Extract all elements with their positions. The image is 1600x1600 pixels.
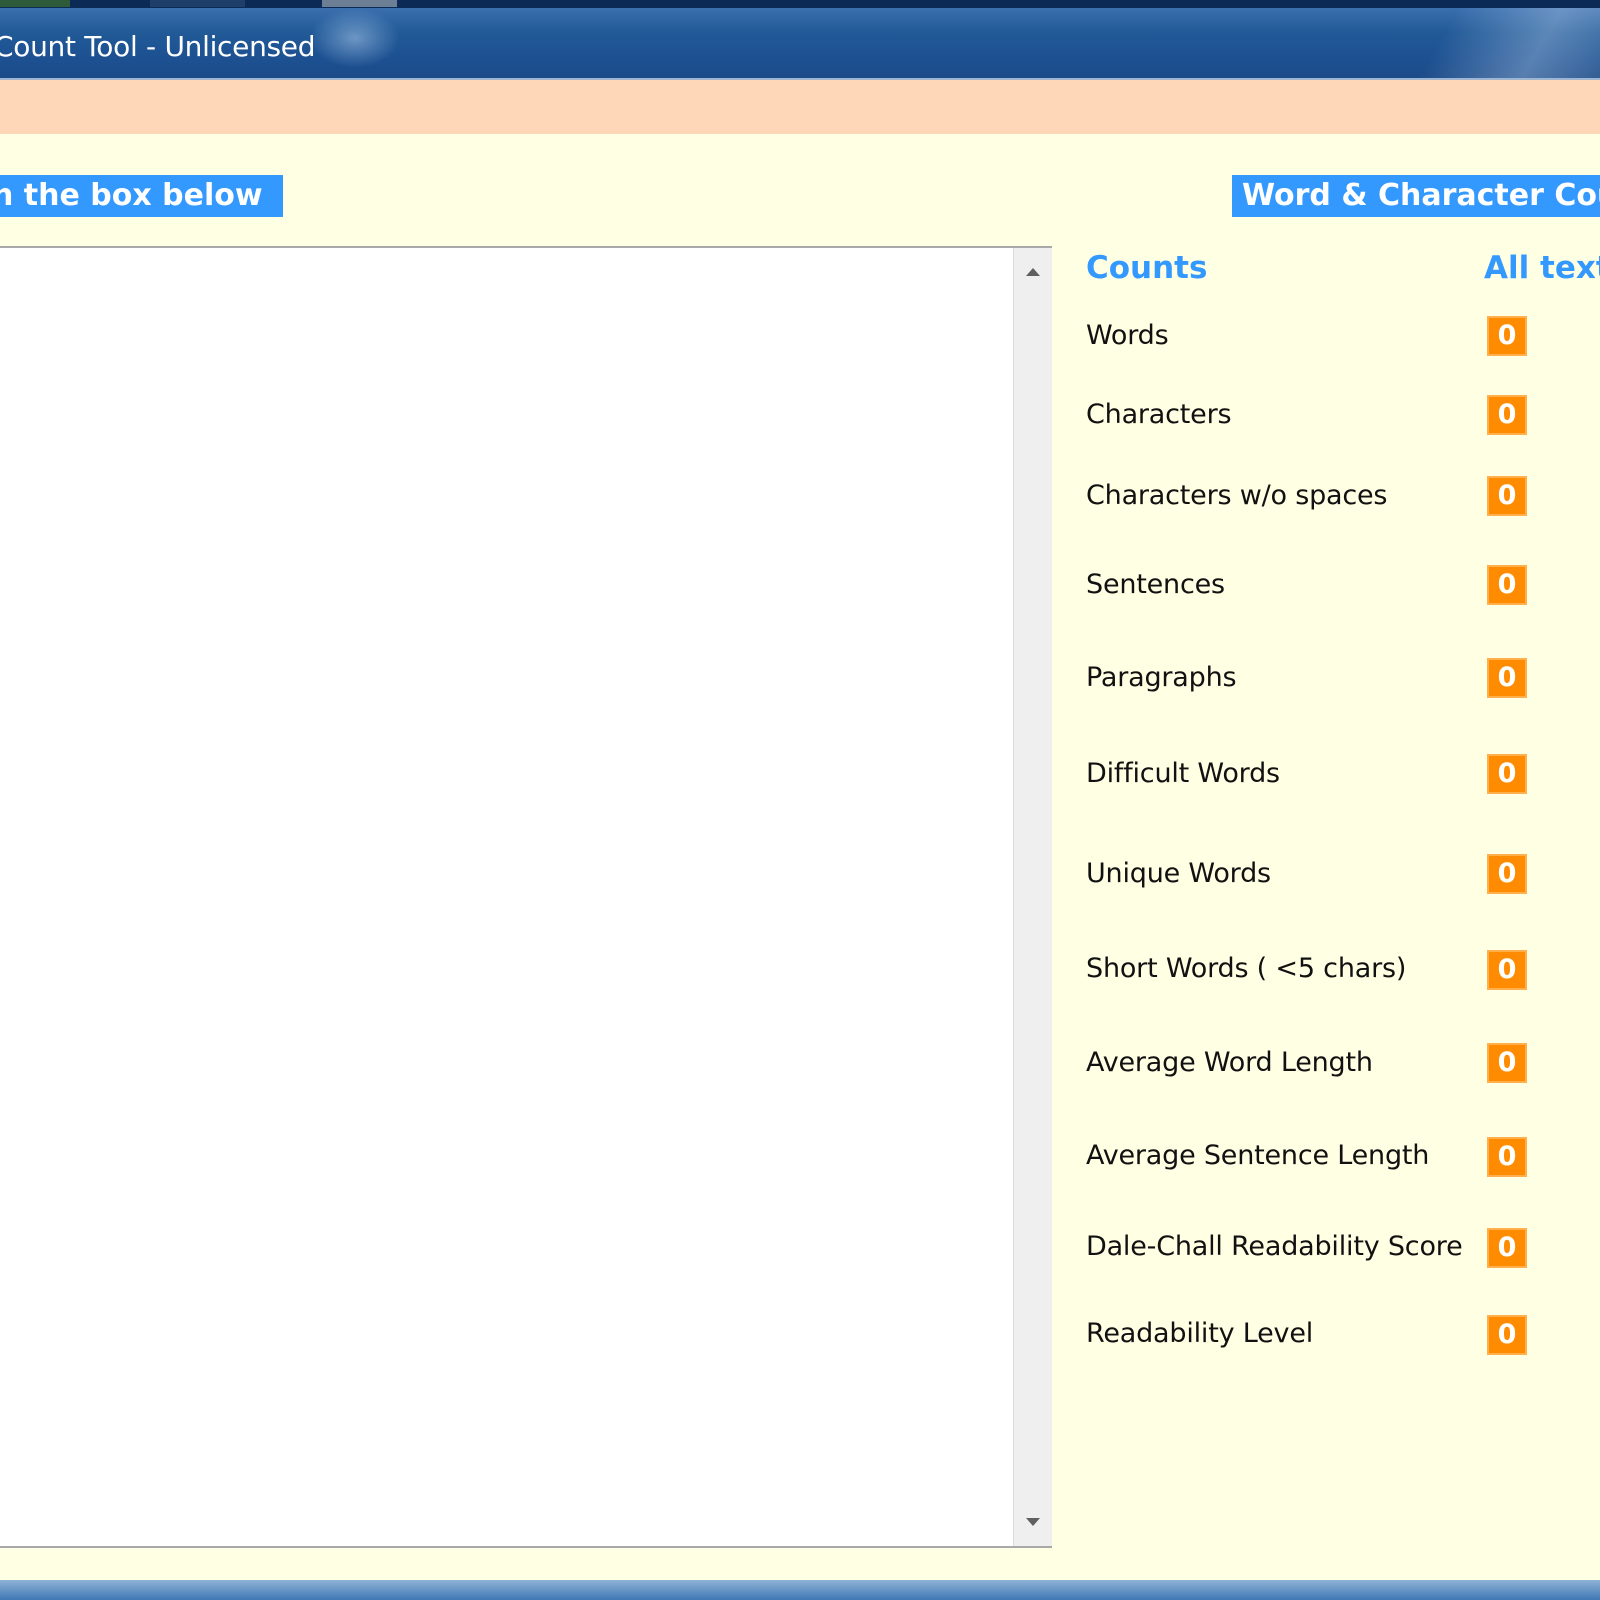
scrollbar-track[interactable] — [1013, 248, 1052, 1546]
titlebar-glow — [310, 8, 400, 68]
count-value-badge: 0 — [1487, 1315, 1527, 1355]
window-bottom-border — [0, 1580, 1600, 1600]
text-input-area[interactable] — [0, 246, 1052, 1548]
count-row-label: Characters — [1086, 399, 1232, 430]
taskbar-thumbnail — [322, 0, 397, 7]
count-value-badge: 0 — [1487, 754, 1527, 794]
counts-section-header-label: Word & Character Cou — [1242, 178, 1600, 213]
count-value-badge: 0 — [1487, 565, 1527, 605]
taskbar-strip — [0, 0, 1600, 8]
count-row-label: Sentences — [1086, 569, 1225, 600]
count-value-badge: 0 — [1487, 1137, 1527, 1177]
count-row-label: Unique Words — [1086, 858, 1271, 889]
counts-section-header: Word & Character Cou — [1232, 175, 1600, 217]
count-row-label: Readability Level — [1086, 1318, 1314, 1349]
count-value-badge: 0 — [1487, 854, 1527, 894]
count-value-badge: 0 — [1487, 658, 1527, 698]
titlebar-sheen — [1380, 8, 1600, 78]
scroll-down-arrow-icon[interactable] — [1026, 1518, 1040, 1526]
count-row-label: Average Word Length — [1086, 1047, 1373, 1078]
counts-column-header: Counts — [1086, 250, 1208, 286]
count-value-badge: 0 — [1487, 950, 1527, 990]
count-value-badge: 0 — [1487, 1228, 1527, 1268]
count-row-label: Difficult Words — [1086, 758, 1280, 789]
taskbar-thumbnail — [0, 0, 70, 7]
count-value-badge: 0 — [1487, 316, 1527, 356]
window-titlebar[interactable]: Count Tool - Unlicensed — [0, 8, 1600, 80]
input-section-header-label: n the box below — [0, 178, 263, 213]
count-row-label: Characters w/o spaces — [1086, 480, 1388, 511]
window-title: Count Tool - Unlicensed — [0, 30, 316, 63]
count-row-label: Paragraphs — [1086, 662, 1237, 693]
license-banner — [0, 80, 1600, 134]
count-value-badge: 0 — [1487, 1043, 1527, 1083]
vertical-scrollbar[interactable] — [1013, 248, 1052, 1546]
count-row-label: Dale-Chall Readability Score — [1086, 1231, 1463, 1262]
count-row-label: Words — [1086, 320, 1169, 351]
input-section-header: n the box below — [0, 175, 283, 217]
count-row-label: Short Words ( <5 chars) — [1086, 953, 1407, 984]
count-row-label: Average Sentence Length — [1086, 1140, 1430, 1171]
scroll-up-arrow-icon[interactable] — [1026, 268, 1040, 276]
count-value-badge: 0 — [1487, 476, 1527, 516]
count-value-badge: 0 — [1487, 395, 1527, 435]
taskbar-thumbnail — [150, 0, 245, 7]
all-text-column-header: All text — [1484, 250, 1600, 286]
